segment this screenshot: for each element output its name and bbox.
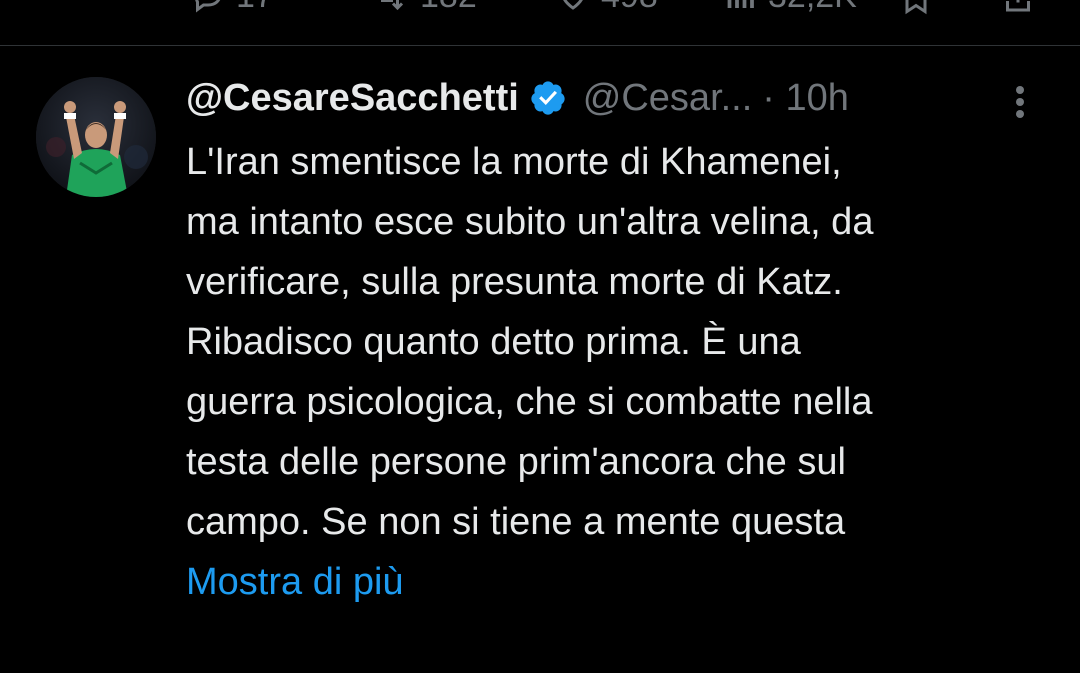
share-action[interactable] — [1000, 0, 1036, 18]
more-vertical-icon — [1016, 86, 1024, 118]
tweet-text-line: campo. Se non si tiene a mente questa — [186, 501, 846, 543]
tweet-header: @CesareSacchetti @Cesar... · 10h — [186, 72, 849, 124]
tweet-text-line: guerra psicologica, che si combatte nell… — [186, 381, 873, 423]
show-more-link[interactable]: Mostra di più — [186, 552, 404, 612]
avatar-image — [36, 77, 156, 197]
tweet-divider — [0, 45, 1080, 46]
tweet-text: L'Iran smentisce la morte di Khamenei, m… — [186, 132, 1066, 552]
bookmark-action[interactable] — [898, 0, 934, 18]
avatar[interactable] — [36, 77, 156, 197]
reply-action[interactable]: 17 — [190, 0, 274, 14]
tweet-text-line: ma intanto esce subito un'altra velina, … — [186, 201, 874, 243]
like-action[interactable]: 498 — [555, 0, 658, 14]
share-icon — [1006, 0, 1030, 12]
verified-badge-icon[interactable] — [529, 79, 567, 117]
tweet-text-line: testa delle persone prim'ancora che sul — [186, 441, 846, 483]
previous-tweet-action-bar: 17 182 498 32,2K — [0, 0, 1080, 18]
heart-icon — [563, 0, 583, 10]
repost-count: 182 — [420, 0, 477, 14]
tweet-text-line: verificare, sulla presunta morte di Katz… — [186, 261, 843, 303]
bookmark-icon — [905, 0, 927, 15]
reply-count: 17 — [236, 0, 274, 14]
views-chart-icon — [727, 0, 754, 8]
next-content-edge — [0, 664, 1080, 673]
repost-icon — [381, 0, 404, 11]
handle[interactable]: @Cesar... — [583, 77, 753, 120]
tweet-text-line: L'Iran smentisce la morte di Khamenei, — [186, 141, 842, 183]
reply-icon — [195, 0, 221, 13]
timestamp[interactable]: · 10h — [762, 77, 849, 120]
tweet-text-line: Ribadisco quanto detto prima. È una — [186, 321, 801, 363]
repost-action[interactable]: 182 — [370, 0, 477, 14]
views-action[interactable]: 32,2K — [722, 0, 857, 14]
like-count: 498 — [601, 0, 658, 14]
more-options-button[interactable] — [1002, 80, 1038, 124]
views-count: 32,2K — [768, 0, 857, 14]
display-name[interactable]: @CesareSacchetti — [186, 77, 519, 120]
